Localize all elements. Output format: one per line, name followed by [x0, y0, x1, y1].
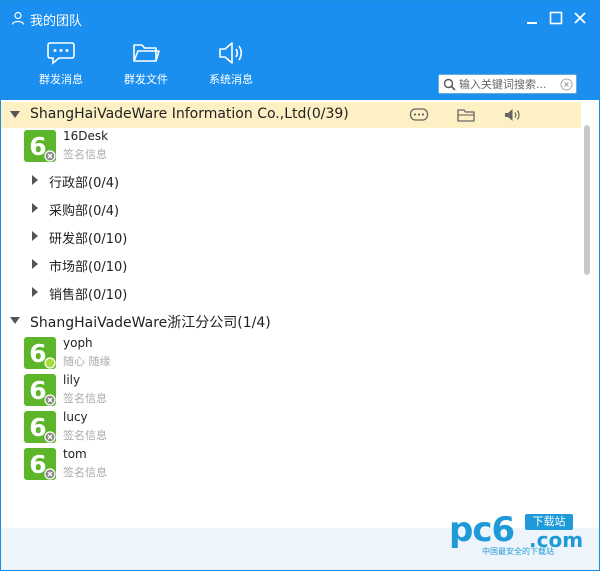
collapse-arrow-icon[interactable]	[32, 231, 38, 241]
member-name: yoph	[63, 336, 93, 350]
member-signature: 签名信息	[63, 148, 107, 161]
system-message-button[interactable]: 系统消息	[196, 41, 266, 93]
subgroup-name: 采购部(0/4)	[49, 204, 120, 219]
window-title: 我的团队	[30, 14, 83, 29]
user-icon	[11, 11, 25, 25]
group-file-label: 群发文件	[124, 73, 168, 86]
title-bar[interactable]: 我的团队	[1, 1, 599, 35]
member-signature: 签名信息	[63, 466, 107, 479]
speaker-icon	[219, 42, 243, 64]
group-folder-icon[interactable]	[456, 106, 476, 124]
member-name: lucy	[63, 410, 88, 424]
subgroup-name: 研发部(0/10)	[49, 232, 128, 247]
system-message-label: 系统消息	[209, 73, 253, 86]
svg-text:6: 6	[29, 413, 46, 442]
member-name: 16Desk	[63, 129, 109, 143]
member-signature: 随心 随缘	[63, 355, 111, 368]
member-signature: 签名信息	[63, 429, 107, 442]
expand-arrow-icon[interactable]	[10, 111, 20, 118]
avatar: 6	[24, 337, 56, 369]
svg-text:6: 6	[29, 132, 46, 161]
maximize-icon[interactable]	[546, 8, 566, 28]
scrollbar-thumb[interactable]	[584, 125, 590, 275]
group-file-button[interactable]: 群发文件	[111, 41, 181, 93]
subgroup-item[interactable]: 销售部(0/10)	[1, 279, 581, 305]
collapse-arrow-icon[interactable]	[32, 175, 38, 185]
expand-arrow-icon[interactable]	[10, 317, 20, 324]
watermark-tagline: 中国最安全的下载站	[482, 547, 554, 556]
group-name: ShangHaiVadeWare Information Co.,Ltd(0/3…	[30, 106, 349, 122]
member-signature: 签名信息	[63, 392, 107, 405]
group-header-branch[interactable]: ShangHaiVadeWare浙江分公司(1/4)	[1, 308, 581, 334]
collapse-arrow-icon[interactable]	[32, 203, 38, 213]
scrollbar[interactable]	[581, 100, 599, 528]
close-icon[interactable]	[570, 8, 590, 28]
group-chat-icon[interactable]	[409, 106, 429, 124]
subgroup-item[interactable]: 研发部(0/10)	[1, 223, 581, 249]
list-item-member[interactable]: 6 tom 签名信息	[1, 446, 581, 482]
list-item-member[interactable]: 6 16Desk 签名信息	[1, 128, 581, 164]
subgroup-item[interactable]: 采购部(0/4)	[1, 195, 581, 221]
subgroup-name: 行政部(0/4)	[49, 176, 120, 191]
subgroup-name: 市场部(0/10)	[49, 260, 128, 275]
app-window: 我的团队 群发消息 群发文件 系统消息 输入关键词搜索... ShangHaiV…	[0, 0, 600, 571]
group-header-company[interactable]: ShangHaiVadeWare Information Co.,Ltd(0/3…	[1, 102, 581, 128]
group-message-button[interactable]: 群发消息	[26, 41, 96, 93]
avatar: 6	[24, 130, 56, 162]
clear-search-icon[interactable]	[560, 78, 573, 91]
folder-icon	[133, 44, 160, 62]
member-name: lily	[63, 373, 81, 387]
group-message-label: 群发消息	[39, 73, 83, 86]
subgroup-item[interactable]: 市场部(0/10)	[1, 251, 581, 277]
collapse-arrow-icon[interactable]	[32, 287, 38, 297]
search-input[interactable]	[459, 76, 559, 92]
collapse-arrow-icon[interactable]	[32, 259, 38, 269]
watermark-logo: pc6 下载站 .com 中国最安全的下载站	[449, 510, 594, 560]
subgroup-name: 销售部(0/10)	[49, 288, 128, 303]
minimize-icon[interactable]	[522, 8, 542, 28]
list-item-member[interactable]: 6 lucy 签名信息	[1, 409, 581, 445]
group-name: ShangHaiVadeWare浙江分公司(1/4)	[30, 315, 271, 331]
avatar: 6	[24, 448, 56, 480]
group-speaker-icon[interactable]	[503, 106, 523, 124]
avatar: 6	[24, 411, 56, 443]
avatar: 6	[24, 374, 56, 406]
member-name: tom	[63, 447, 87, 461]
search-icon	[443, 78, 456, 91]
list-item-member[interactable]: 6 yoph 随心 随缘	[1, 335, 581, 371]
header: 我的团队 群发消息 群发文件 系统消息 输入关键词搜索...	[1, 1, 599, 100]
svg-text:6: 6	[29, 339, 46, 368]
chat-bubble-icon	[47, 42, 75, 65]
svg-text:6: 6	[29, 376, 46, 405]
list-item-member[interactable]: 6 lily 签名信息	[1, 372, 581, 408]
svg-text:6: 6	[29, 450, 46, 479]
watermark-brand: pc6	[449, 510, 515, 550]
subgroup-item[interactable]: 行政部(0/4)	[1, 167, 581, 193]
contact-list[interactable]: ShangHaiVadeWare Information Co.,Ltd(0/3…	[1, 100, 599, 528]
search-box[interactable]	[438, 74, 577, 94]
